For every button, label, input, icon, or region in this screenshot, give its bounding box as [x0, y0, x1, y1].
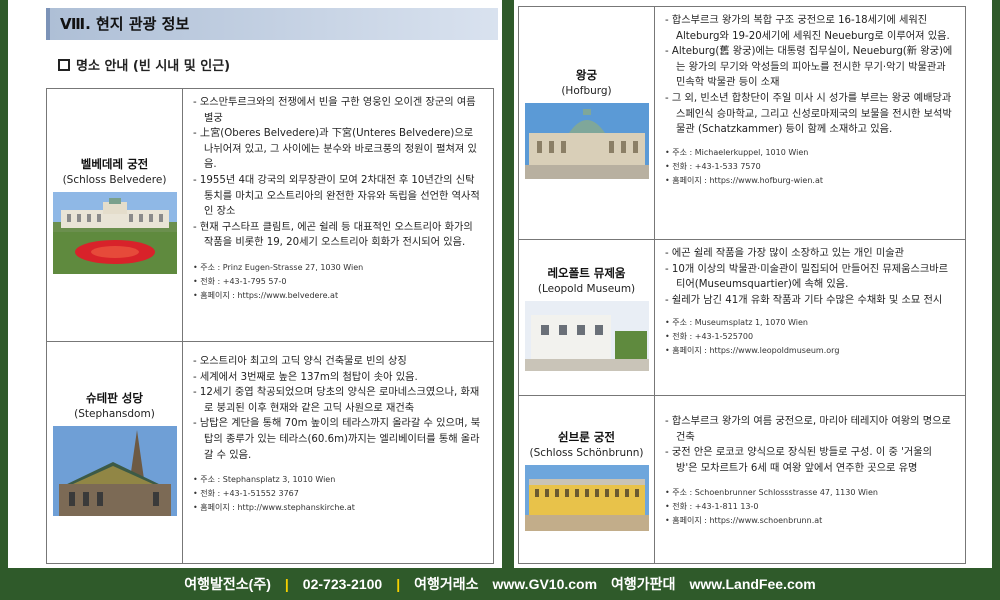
attraction-name-cell: 쉰브룬 궁전 (Schloss Schönbrunn) — [519, 396, 655, 563]
footer-phone: 02-723-2100 — [302, 576, 383, 592]
belvedere-photo — [52, 192, 177, 274]
attraction-name-en: (Hofburg) — [561, 85, 612, 97]
sub-heading: 명소 안내 (빈 시내 및 인근) — [58, 55, 230, 74]
schonbrunn-photo — [524, 464, 649, 531]
attraction-info-cell: - 합스부르크 왕가의 복합 구조 궁전으로 16-18세기에 세워진 Alte… — [655, 7, 965, 239]
address-text: 주소 : Museumsplatz 1, 1070 Wien — [665, 316, 955, 330]
bullet-text: - 남탑은 계단을 통해 70m 높이의 테라스까지 올라갈 수 있으며, 북탑… — [193, 418, 481, 461]
leopold-museum-photo — [524, 300, 649, 371]
footer-label-2: 여행가판대 — [611, 576, 676, 592]
bullet-text: - Alteburg(舊 왕궁)에는 대통령 집무실이, Neueburg(新 … — [665, 46, 953, 89]
bullet-text: - 합스부르크 왕가의 복합 구조 궁전으로 16-18세기에 세워진 Alte… — [665, 15, 950, 42]
website-text: 홈페이지 : https://www.leopoldmuseum.org — [665, 344, 955, 358]
left-attractions-table: 벨베데레 궁전 (Schloss Belvedere) - 오스만투르크와의 전… — [46, 88, 494, 564]
website-text: 홈페이지 : https://www.belvedere.at — [193, 289, 483, 303]
attraction-name-cell: 슈테판 성당 (Stephansdom) — [47, 342, 183, 563]
bullet-text: - 현재 구스타프 클림트, 에곤 쉴레 등 대표적인 오스트리아 화가의 작품… — [193, 221, 473, 249]
address-text: 주소 : Prinz Eugen-Strasse 27, 1030 Wien — [193, 261, 483, 275]
bullet-text: - 上宮(Oberes Belvedere)과 下宮(Unteres Belve… — [193, 128, 477, 171]
website-text: 홈페이지 : https://www.schoenbrunn.at — [665, 514, 955, 528]
bullet-text: - 합스부르크 왕가의 여름 궁전으로, 마리아 테레지아 여왕의 명으로 건축 — [665, 416, 951, 443]
attraction-name-ko: 쉰브룬 궁전 — [558, 429, 615, 444]
attraction-name-cell: 왕궁 (Hofburg) — [519, 7, 655, 239]
bullet-text: - 쉴레가 남긴 41개 유화 작품과 기타 수많은 수채화 및 소묘 전시 — [665, 294, 943, 306]
attraction-name-cell: 벨베데레 궁전 (Schloss Belvedere) — [47, 89, 183, 341]
stephansdom-photo — [52, 425, 177, 516]
column-divider — [502, 0, 514, 568]
attraction-info-cell: - 합스부르크 왕가의 여름 궁전으로, 마리아 테레지아 여왕의 명으로 건축… — [655, 396, 965, 563]
bullet-text: - 12세기 중엽 착공되었으며 당초의 양식은 로마네스크였으나, 화재로 붕… — [193, 387, 480, 414]
footer-bar: 여행발전소(주) | 02-723-2100 | 여행거래소 www.GV10.… — [0, 568, 1000, 600]
bullet-text: - 그 외, 빈소년 합창단이 주일 미사 시 성가를 부르는 왕궁 예배당과 … — [665, 92, 952, 136]
footer-label-1: 여행거래소 — [414, 576, 479, 592]
address-text: 주소 : Stephansplatz 3, 1010 Wien — [193, 473, 483, 487]
attraction-row-leopold-museum: 레오폴트 뮤제움 (Leopold Museum) - 에곤 쉴레 작품을 가장… — [519, 239, 965, 395]
checkbox-square-icon — [58, 58, 70, 71]
phone-text: 전화 : +43-1-525700 — [665, 330, 955, 344]
attraction-row-belvedere: 벨베데레 궁전 (Schloss Belvedere) - 오스만투르크와의 전… — [47, 89, 493, 341]
attraction-name-ko: 왕궁 — [575, 68, 598, 82]
sub-heading-text: 명소 안내 (빈 시내 및 인근) — [76, 59, 231, 74]
bullet-text: - 에곤 쉴레 작품을 가장 많이 소장하고 있는 개인 미술관 — [665, 248, 905, 259]
footer-site-2[interactable]: www.LandFee.com — [689, 576, 815, 592]
hofburg-photo — [524, 103, 649, 179]
attraction-row-schonbrunn: 쉰브룬 궁전 (Schloss Schönbrunn) - 합스부르크 왕가의 … — [519, 395, 965, 563]
phone-text: 전화 : +43-1-533 7570 — [665, 160, 955, 174]
attraction-name-en: (Schloss Schönbrunn) — [529, 446, 644, 459]
footer-site-1[interactable]: www.GV10.com — [493, 576, 598, 592]
bullet-text: - 10개 이상의 박물관·미술관이 밀집되어 만들어진 뮤제움스크바르티어(M… — [665, 263, 948, 291]
bullet-text: - 궁전 안은 로코코 양식으로 장식된 방들로 구성. 이 중 '거울의 방'… — [665, 447, 933, 474]
bullet-text: - 1955년 4대 강국의 외무장관이 모여 2차대전 후 10년간의 신탁통… — [193, 174, 480, 218]
address-text: 주소 : Schoenbrunner Schlossstrasse 47, 11… — [665, 486, 955, 500]
attraction-name-ko: 슈테판 성당 — [86, 390, 143, 405]
attraction-name-ko: 레오폴트 뮤제움 — [547, 265, 626, 280]
phone-text: 전화 : +43-1-51552 3767 — [193, 487, 483, 501]
attraction-info-cell: - 오스트리아 최고의 고딕 양식 건축물로 빈의 상징 - 세계에서 3번째로… — [183, 342, 493, 563]
right-attractions-table: 왕궁 (Hofburg) - 합스부르크 왕가의 복합 구조 궁전으로 16-1… — [518, 6, 966, 564]
attraction-row-stephansdom: 슈테판 성당 (Stephansdom) - 오스트리아 최고의 고딕 양식 건… — [47, 341, 493, 563]
attraction-info-cell: - 에곤 쉴레 작품을 가장 많이 소장하고 있는 개인 미술관 - 10개 이… — [655, 240, 965, 395]
attraction-name-en: (Stephansdom) — [74, 407, 155, 420]
attraction-info-cell: - 오스만투르크와의 전쟁에서 빈을 구한 영웅인 오이겐 장군의 여름 별궁 … — [183, 89, 493, 341]
bullet-text: - 세계에서 3번째로 높은 137m의 첨탑이 솟아 있음. — [193, 371, 418, 383]
footer-separator: | — [396, 576, 401, 592]
attraction-name-cell: 레오폴트 뮤제움 (Leopold Museum) — [519, 240, 655, 395]
attraction-name-en: (Schloss Belvedere) — [62, 174, 167, 186]
footer-company: 여행발전소(주) — [184, 576, 271, 592]
phone-text: 전화 : +43-1-795 57-0 — [193, 275, 483, 289]
attraction-row-hofburg: 왕궁 (Hofburg) - 합스부르크 왕가의 복합 구조 궁전으로 16-1… — [519, 7, 965, 239]
footer-separator: | — [284, 576, 289, 592]
bullet-text: - 오스트리아 최고의 고딕 양식 건축물로 빈의 상징 — [193, 356, 407, 367]
website-text: 홈페이지 : http://www.stephanskirche.at — [193, 501, 483, 515]
bullet-text: - 오스만투르크와의 전쟁에서 빈을 구한 영웅인 오이겐 장군의 여름 별궁 — [193, 97, 476, 124]
attraction-name-ko: 벨베데레 궁전 — [80, 157, 149, 171]
phone-text: 전화 : +43-1-811 13-0 — [665, 500, 955, 514]
document-page: Ⅷ. 현지 관광 정보 명소 안내 (빈 시내 및 인근) 벨베데레 궁전 (S… — [8, 0, 992, 568]
address-text: 주소 : Michaelerkuppel, 1010 Wien — [665, 146, 955, 160]
section-title: Ⅷ. 현지 관광 정보 — [46, 8, 498, 40]
attraction-name-en: (Leopold Museum) — [537, 282, 636, 295]
website-text: 홈페이지 : https://www.hofburg-wien.at — [665, 174, 955, 188]
